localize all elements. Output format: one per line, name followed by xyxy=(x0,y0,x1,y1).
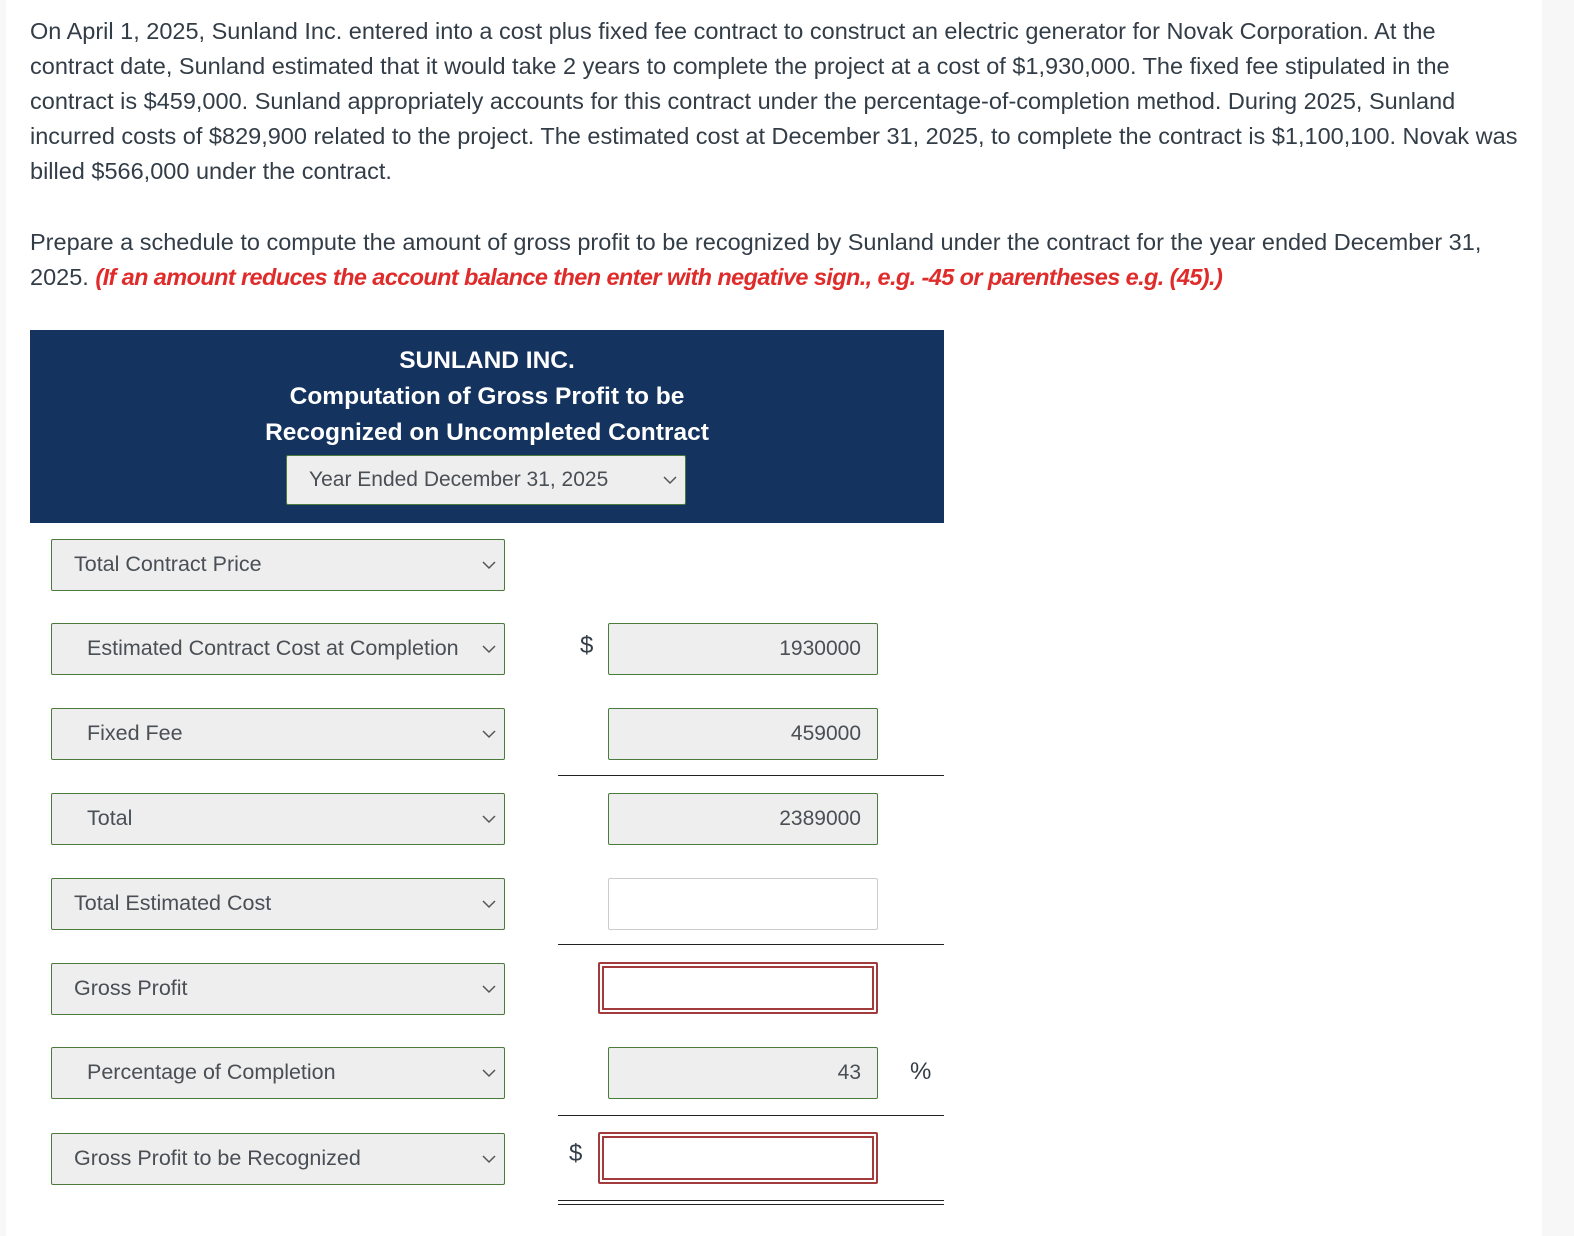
subtotal-rule xyxy=(558,775,944,776)
amount-input-gross-profit[interactable] xyxy=(598,962,878,1014)
row-label-select-gross-profit-to-be-recognized[interactable]: Gross Profit to be Recognized xyxy=(51,1133,505,1185)
row-label-select-estimated-contract-cost[interactable]: Estimated Contract Cost at Completion xyxy=(51,623,505,675)
row-label-select-fixed-fee[interactable]: Fixed Fee xyxy=(51,708,505,760)
percent-symbol: % xyxy=(910,1058,932,1085)
row-label-text: Fixed Fee xyxy=(87,721,183,745)
schedule-title-line1: Computation of Gross Profit to be xyxy=(289,383,685,410)
row-label-text: Total Contract Price xyxy=(74,552,262,576)
chevron-down-icon xyxy=(482,558,496,572)
subtotal-rule xyxy=(558,1115,944,1116)
currency-symbol: $ xyxy=(569,1140,583,1167)
row-label-text: Estimated Contract Cost at Completion xyxy=(87,636,459,660)
total-double-rule xyxy=(558,1200,944,1205)
schedule-header: SUNLAND INC. Computation of Gross Profit… xyxy=(30,330,944,523)
company-name: SUNLAND INC. xyxy=(399,347,575,374)
period-select[interactable]: Year Ended December 31, 2025 xyxy=(286,455,686,505)
amount-input-total-estimated-cost[interactable] xyxy=(608,878,878,930)
chevron-down-icon xyxy=(482,812,496,826)
chevron-down-icon xyxy=(482,982,496,996)
period-select-value: Year Ended December 31, 2025 xyxy=(309,468,609,491)
scrollbar-track[interactable] xyxy=(1542,0,1574,1236)
chevron-down-icon xyxy=(482,642,496,656)
left-margin xyxy=(0,0,6,1236)
schedule-title-line2: Recognized on Uncompleted Contract xyxy=(265,419,709,446)
row-label-text: Percentage of Completion xyxy=(87,1060,336,1084)
row-label-select-gross-profit[interactable]: Gross Profit xyxy=(51,963,505,1015)
row-label-text: Total xyxy=(87,806,133,830)
subtotal-rule xyxy=(558,944,944,945)
instructions: Prepare a schedule to compute the amount… xyxy=(30,225,1520,295)
chevron-down-icon xyxy=(482,727,496,741)
instructions-hint: (If an amount reduces the account balanc… xyxy=(95,264,1223,290)
amount-input-total[interactable]: 2389000 xyxy=(608,793,878,845)
amount-input-fixed-fee[interactable]: 459000 xyxy=(608,708,878,760)
row-label-text: Total Estimated Cost xyxy=(74,891,272,915)
chevron-down-icon xyxy=(482,897,496,911)
amount-input-percentage-of-completion[interactable]: 43 xyxy=(608,1047,878,1099)
chevron-down-icon xyxy=(482,1152,496,1166)
row-label-select-total[interactable]: Total xyxy=(51,793,505,845)
amount-input-gross-profit-to-be-recognized[interactable] xyxy=(598,1132,878,1184)
row-label-select-total-estimated-cost[interactable]: Total Estimated Cost xyxy=(51,878,505,930)
chevron-down-icon xyxy=(482,1066,496,1080)
problem-statement: On April 1, 2025, Sunland Inc. entered i… xyxy=(30,18,1518,184)
amount-input-estimated-contract-cost[interactable]: 1930000 xyxy=(608,623,878,675)
row-label-select-percentage-of-completion[interactable]: Percentage of Completion xyxy=(51,1047,505,1099)
row-label-text: Gross Profit xyxy=(74,976,188,1000)
currency-symbol: $ xyxy=(580,632,594,659)
chevron-down-icon xyxy=(663,473,677,487)
row-label-text: Gross Profit to be Recognized xyxy=(74,1146,361,1170)
row-label-select-total-contract-price[interactable]: Total Contract Price xyxy=(51,539,505,591)
